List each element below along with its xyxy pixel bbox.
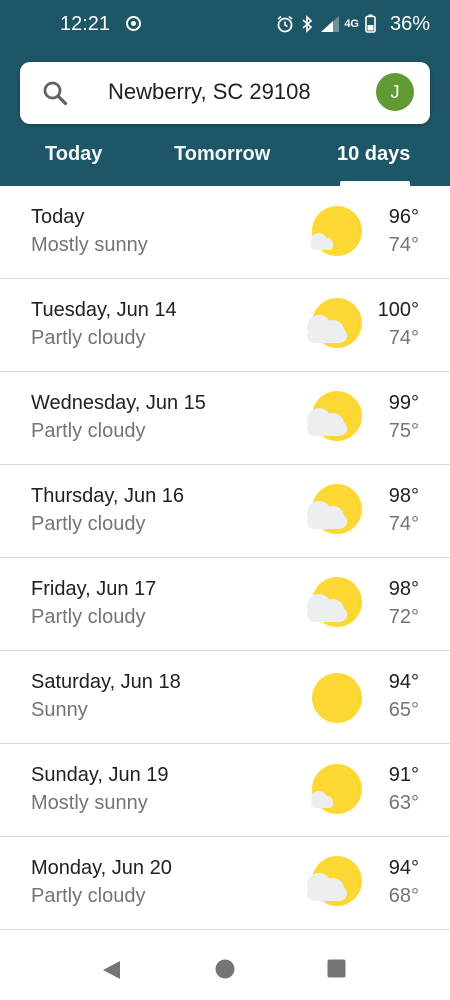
forecast-day: Saturday, Jun 18: [31, 671, 181, 693]
sunny-icon: [298, 665, 364, 729]
forecast-condition: Partly cloudy: [31, 885, 146, 907]
forecast-day: Friday, Jun 17: [31, 578, 157, 600]
forecast-day: Sunday, Jun 19: [31, 764, 169, 786]
mostly-sunny-icon: [298, 758, 364, 822]
forecast-day: Today: [31, 206, 85, 228]
back-icon[interactable]: [100, 959, 122, 981]
forecast-low: 65°: [388, 699, 419, 721]
signal-icon: [321, 15, 340, 32]
forecast-row[interactable]: Sunday, Jun 19 Mostly sunny 91° 63°: [0, 744, 450, 837]
forecast-row[interactable]: Thursday, Jun 16 Partly cloudy 98° 74°: [0, 465, 450, 558]
forecast-high: 91°: [388, 764, 419, 786]
status-time: 12:21: [60, 13, 111, 35]
forecast-low: 72°: [388, 606, 419, 628]
partly-cloudy-icon: [298, 479, 364, 543]
forecast-day: Wednesday, Jun 15: [31, 392, 206, 414]
forecast-condition: Mostly sunny: [31, 792, 148, 814]
forecast-condition: Mostly sunny: [31, 234, 148, 256]
battery-percent: 36%: [390, 13, 431, 35]
partly-cloudy-icon: [298, 851, 364, 915]
partly-cloudy-icon: [298, 293, 364, 357]
forecast-day: Tuesday, Jun 14: [31, 299, 177, 321]
forecast-high: 98°: [388, 578, 419, 600]
forecast-condition: Partly cloudy: [31, 513, 146, 535]
tab-10-days[interactable]: 10 days: [337, 143, 410, 166]
tab-today[interactable]: Today: [45, 143, 102, 166]
search-icon[interactable]: [42, 80, 68, 106]
location-text[interactable]: Newberry, SC 29108: [108, 79, 311, 105]
partly-cloudy-icon: [298, 386, 364, 450]
avatar[interactable]: J: [376, 73, 414, 111]
forecast-condition: Partly cloudy: [31, 327, 146, 349]
status-bar: 12:21 4G 36%: [0, 0, 450, 50]
recents-icon[interactable]: [327, 959, 346, 978]
system-nav-bar: [0, 935, 450, 1000]
forecast-condition: Partly cloudy: [31, 606, 146, 628]
location-search-bar[interactable]: Newberry, SC 29108 J: [20, 62, 430, 124]
forecast-low: 63°: [388, 792, 419, 814]
notification-dot-icon: [126, 16, 141, 31]
forecast-low: 68°: [388, 885, 419, 907]
forecast-condition: Sunny: [31, 699, 88, 721]
forecast-row[interactable]: Tuesday, Jun 14 Partly cloudy 100° 74°: [0, 279, 450, 372]
battery-icon: [365, 14, 376, 33]
forecast-row[interactable]: Today Mostly sunny 96° 74°: [0, 186, 450, 279]
forecast-low: 74°: [388, 327, 419, 349]
partly-cloudy-icon: [298, 572, 364, 636]
forecast-high: 99°: [388, 392, 419, 414]
alarm-icon: [277, 15, 293, 32]
app-header: 12:21 4G 36% Newberry, SC 29108 J Today …: [0, 0, 450, 186]
forecast-high: 98°: [388, 485, 419, 507]
network-4g-label: 4G: [344, 17, 359, 30]
forecast-row[interactable]: Friday, Jun 17 Partly cloudy 98° 72°: [0, 558, 450, 651]
forecast-high: 94°: [388, 857, 419, 879]
forecast-day: Thursday, Jun 16: [31, 485, 185, 507]
mostly-sunny-icon: [298, 200, 364, 264]
bluetooth-icon: [302, 14, 313, 33]
forecast-list: Today Mostly sunny 96° 74° Tuesday, Jun 14 Pa…: [0, 186, 450, 930]
forecast-low: 75°: [388, 420, 419, 442]
home-icon[interactable]: [215, 959, 235, 979]
forecast-high: 94°: [388, 671, 419, 693]
forecast-low: 74°: [388, 513, 419, 535]
status-icons: 4G: [276, 14, 376, 33]
tab-tomorrow[interactable]: Tomorrow: [174, 143, 270, 166]
forecast-row[interactable]: Monday, Jun 20 Partly cloudy 94° 68°: [0, 837, 450, 930]
forecast-row[interactable]: Wednesday, Jun 15 Partly cloudy 99° 75°: [0, 372, 450, 465]
forecast-low: 74°: [388, 234, 419, 256]
forecast-day: Monday, Jun 20: [31, 857, 172, 879]
forecast-high: 100°: [377, 299, 419, 321]
forecast-row[interactable]: Saturday, Jun 18 Sunny 94° 65°: [0, 651, 450, 744]
forecast-high: 96°: [388, 206, 419, 228]
forecast-condition: Partly cloudy: [31, 420, 146, 442]
